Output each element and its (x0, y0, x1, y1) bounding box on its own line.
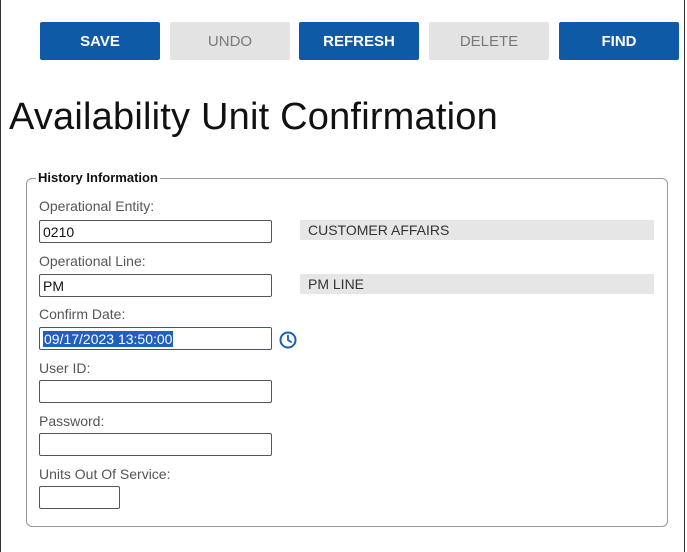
operational-line-description: PM LINE (300, 274, 654, 294)
units-out-of-service-input[interactable] (39, 486, 120, 509)
find-button[interactable]: FIND (559, 22, 679, 60)
refresh-button[interactable]: REFRESH (299, 22, 419, 60)
confirm-date-value: 09/17/2023 13:50:00 (43, 330, 174, 347)
clock-icon[interactable] (278, 330, 298, 350)
page-title: Availability Unit Confirmation (9, 96, 498, 138)
history-information-legend: History Information (36, 170, 160, 185)
password-input[interactable] (39, 433, 272, 456)
units-out-of-service-label: Units Out Of Service: (39, 466, 171, 482)
operational-entity-input[interactable]: 0210 (39, 220, 272, 243)
delete-button[interactable]: DELETE (429, 22, 549, 60)
undo-button[interactable]: UNDO (170, 22, 290, 60)
save-button[interactable]: SAVE (40, 22, 160, 60)
operational-entity-label: Operational Entity: (39, 198, 155, 214)
confirm-date-label: Confirm Date: (39, 306, 126, 322)
user-id-input[interactable] (39, 380, 272, 403)
password-label: Password: (39, 413, 105, 429)
user-id-label: User ID: (39, 360, 91, 376)
confirm-date-input[interactable]: 09/17/2023 13:50:00 (39, 327, 272, 350)
operational-entity-description: CUSTOMER AFFAIRS (300, 220, 654, 240)
operational-line-value: PM (43, 277, 64, 294)
operational-line-label: Operational Line: (39, 253, 146, 269)
operational-entity-value: 0210 (43, 223, 75, 240)
operational-line-input[interactable]: PM (39, 274, 272, 297)
